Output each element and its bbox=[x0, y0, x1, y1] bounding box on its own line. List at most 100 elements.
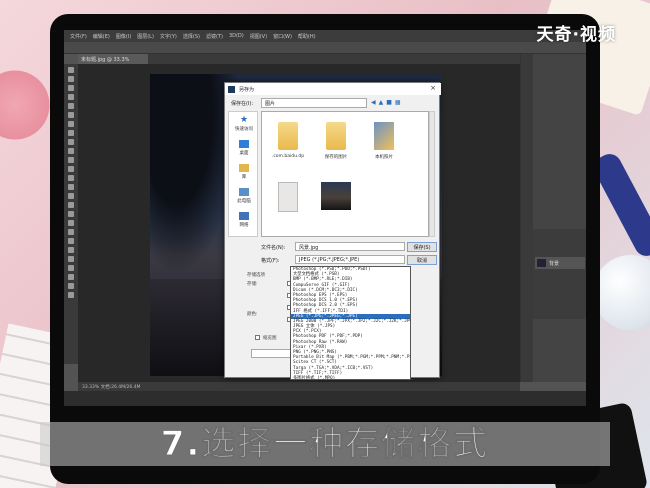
tool-icon[interactable] bbox=[68, 292, 74, 298]
computer-icon bbox=[239, 188, 249, 196]
file-item[interactable]: .com.baidu.dp bbox=[266, 122, 310, 159]
menu-item[interactable]: 视图(V) bbox=[250, 33, 267, 40]
tool-icon[interactable] bbox=[68, 211, 74, 217]
save-in-label: 保存在(I): bbox=[231, 101, 254, 107]
file-list-scrollbar[interactable] bbox=[429, 111, 435, 237]
options-field[interactable] bbox=[251, 349, 291, 358]
menu-item[interactable]: 图像(I) bbox=[116, 33, 131, 40]
network-icon bbox=[239, 212, 249, 220]
menu-item[interactable]: 编辑(E) bbox=[93, 33, 110, 40]
tool-icon[interactable] bbox=[68, 130, 74, 136]
layers-panel: 背景 bbox=[533, 229, 586, 319]
menu-item[interactable]: 选择(S) bbox=[183, 33, 200, 40]
place-network[interactable]: 网络 bbox=[229, 212, 259, 228]
filename-field[interactable]: 风景.jpg bbox=[295, 242, 405, 251]
taskbar bbox=[64, 391, 586, 406]
tool-icon[interactable] bbox=[68, 85, 74, 91]
menu-item[interactable]: 文字(Y) bbox=[160, 33, 177, 40]
folder-icon bbox=[326, 122, 346, 150]
new-folder-icon[interactable]: ■ bbox=[386, 99, 392, 106]
format-dropdown-list[interactable]: Photoshop (*.PSD;*.PDD;*.PSDT) 大型文档格式 (*.… bbox=[290, 266, 411, 380]
save-button[interactable]: 保存(S) bbox=[407, 242, 437, 252]
up-folder-icon[interactable]: ▲ bbox=[379, 99, 384, 106]
options-bar bbox=[64, 42, 586, 54]
tool-icon[interactable] bbox=[68, 175, 74, 181]
tool-icon[interactable] bbox=[68, 121, 74, 127]
star-icon: ★ bbox=[239, 115, 249, 125]
menu-item[interactable]: 文件(F) bbox=[70, 33, 87, 40]
menu-item[interactable]: 帮助(H) bbox=[298, 33, 316, 40]
file-item[interactable] bbox=[314, 182, 358, 213]
document-tabs: 未标题.jpg @ 33.3% bbox=[78, 54, 520, 64]
tool-icon[interactable] bbox=[68, 112, 74, 118]
image-thumbnail bbox=[321, 182, 351, 210]
view-menu-icon[interactable]: ▦ bbox=[395, 99, 401, 106]
layer-name: 背景 bbox=[549, 261, 560, 267]
tool-icon[interactable] bbox=[68, 274, 74, 280]
tool-icon[interactable] bbox=[68, 166, 74, 172]
photoshop-icon bbox=[228, 86, 235, 93]
watermark-logo: 天奇·视频 bbox=[536, 25, 616, 45]
folder-preview-icon bbox=[374, 122, 394, 150]
menu-item[interactable]: 图层(L) bbox=[137, 33, 154, 40]
menu-bar: 文件(F) 编辑(E) 图像(I) 图层(L) 文字(Y) 选择(S) 滤镜(T) 3D(D)… bbox=[64, 30, 586, 42]
save-options-label: 存储选项 bbox=[247, 273, 265, 278]
file-item[interactable]: 保存的图片 bbox=[314, 122, 358, 160]
menu-item[interactable]: 滤镜(T) bbox=[206, 33, 223, 40]
document-thumbnail bbox=[278, 182, 298, 212]
flower bbox=[0, 60, 50, 150]
tool-icon[interactable] bbox=[68, 76, 74, 82]
document-tab[interactable]: 未标题.jpg @ 33.3% bbox=[78, 54, 148, 64]
tool-icon[interactable] bbox=[68, 238, 74, 244]
library-icon bbox=[239, 164, 249, 172]
tool-icon[interactable] bbox=[68, 265, 74, 271]
thumbnail-label: 缩览图 bbox=[263, 336, 277, 341]
caption-text: 7.选择一种存储格式 bbox=[160, 424, 490, 465]
right-panels: 背景 bbox=[520, 54, 586, 382]
nav-icons: ◀ ▲ ■ ▦ bbox=[371, 99, 401, 106]
desktop-icon bbox=[239, 140, 249, 148]
folder-icon bbox=[278, 122, 298, 150]
photoshop-window: 文件(F) 编辑(E) 图像(I) 图层(L) 文字(Y) 选择(S) 滤镜(T) 3D(D)… bbox=[64, 30, 586, 406]
cancel-button[interactable]: 取消 bbox=[407, 255, 437, 265]
tools-panel bbox=[64, 64, 78, 364]
tool-icon[interactable] bbox=[68, 103, 74, 109]
tool-icon[interactable] bbox=[68, 247, 74, 253]
ball bbox=[593, 255, 650, 330]
layer-row[interactable]: 背景 bbox=[535, 257, 585, 269]
tool-icon[interactable] bbox=[68, 184, 74, 190]
save-in-select[interactable]: 图片 bbox=[261, 98, 367, 108]
tool-icon[interactable] bbox=[68, 283, 74, 289]
file-item[interactable] bbox=[266, 182, 310, 215]
tool-icon[interactable] bbox=[68, 220, 74, 226]
filename-label: 文件名(N): bbox=[261, 245, 286, 251]
thumbnail-checkbox[interactable] bbox=[255, 335, 260, 340]
tool-icon[interactable] bbox=[68, 157, 74, 163]
dialog-title: 另存为 bbox=[225, 83, 441, 95]
place-desktop[interactable]: 桌面 bbox=[229, 140, 259, 156]
format-option[interactable]: 多图片格式 (*.MPO) bbox=[291, 376, 410, 379]
panel-icon-strip bbox=[521, 54, 533, 382]
format-select[interactable]: JPEG (*.JPG;*.JPEG;*.JPE) bbox=[295, 255, 405, 264]
place-library[interactable]: 库 bbox=[229, 164, 259, 180]
close-icon[interactable]: × bbox=[430, 84, 436, 92]
file-item[interactable]: 本机照片 bbox=[362, 122, 406, 160]
tool-icon[interactable] bbox=[68, 256, 74, 262]
tool-icon[interactable] bbox=[68, 94, 74, 100]
menu-item[interactable]: 窗口(W) bbox=[273, 33, 292, 40]
menu-item[interactable]: 3D(D) bbox=[229, 33, 244, 39]
back-icon[interactable]: ◀ bbox=[371, 99, 376, 106]
tool-icon[interactable] bbox=[68, 229, 74, 235]
color-label: 颜色: bbox=[247, 312, 258, 317]
tool-icon[interactable] bbox=[68, 148, 74, 154]
place-this-pc[interactable]: 此电脑 bbox=[229, 188, 259, 204]
tool-icon[interactable] bbox=[68, 139, 74, 145]
place-quick-access[interactable]: ★ 快速访问 bbox=[229, 115, 259, 133]
format-label: 格式(F): bbox=[261, 258, 280, 264]
tool-icon[interactable] bbox=[68, 193, 74, 199]
layer-thumbnail bbox=[537, 259, 546, 267]
tool-icon[interactable] bbox=[68, 202, 74, 208]
options-save-label: 存储: bbox=[247, 282, 258, 287]
tool-icon[interactable] bbox=[68, 67, 74, 73]
status-bar: 33.33% 文档:26.4M/26.4M bbox=[78, 382, 520, 391]
